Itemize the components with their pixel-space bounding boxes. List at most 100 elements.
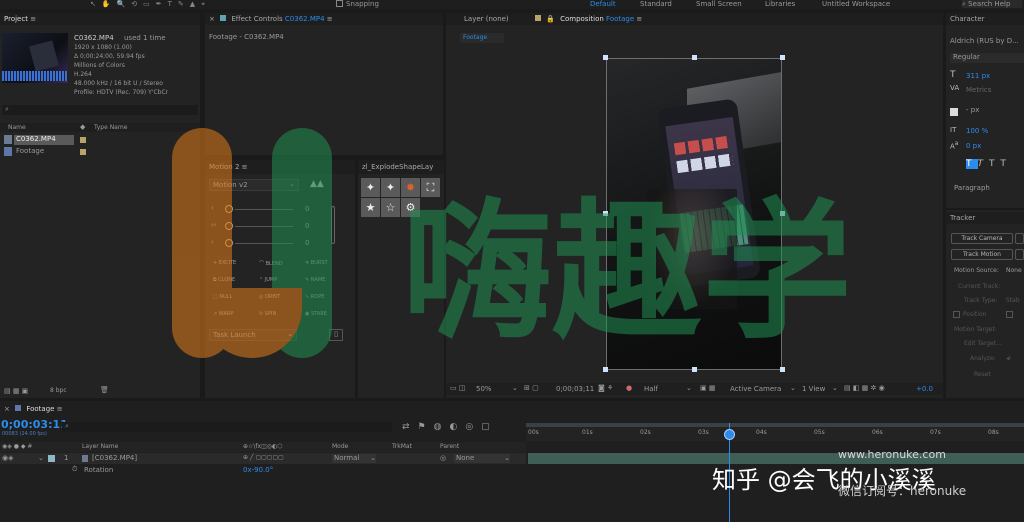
bold-icon[interactable]: T — [966, 159, 978, 169]
camera-icon[interactable]: ◙ ⚘ — [598, 384, 613, 392]
blend-mode-dropdown[interactable]: Normal ⌄ — [332, 454, 376, 463]
project-search-input[interactable]: ⌕ — [2, 105, 198, 115]
project-item-row[interactable]: C0362.MP4 — [0, 135, 200, 145]
resolution-dropdown[interactable]: Half — [644, 385, 658, 393]
transform-handle[interactable] — [603, 55, 608, 60]
chevron-left-icon[interactable]: ‹ — [211, 204, 214, 212]
region-icon[interactable]: ▣ ▦ — [700, 384, 715, 392]
column-trkmat[interactable]: TrkMat — [392, 443, 412, 450]
null-button[interactable]: ▢ NULL — [213, 294, 232, 300]
excite-button[interactable]: + EXCITE — [213, 260, 236, 266]
slider-knob[interactable] — [225, 205, 233, 213]
warp-button[interactable]: ↗ WARP — [213, 311, 233, 317]
workspace-standard[interactable]: Standard — [640, 0, 672, 8]
transform-handle[interactable] — [780, 367, 785, 372]
menu-icon[interactable]: ≡ — [30, 15, 36, 23]
pickwhip-icon[interactable]: ◎ — [440, 454, 446, 462]
column-parent[interactable]: Parent — [440, 443, 459, 450]
faux-style-buttons[interactable]: TTTT — [966, 159, 1012, 169]
column-layer-name[interactable]: Layer Name — [82, 443, 118, 450]
track-type-value[interactable]: Stab — [1006, 297, 1020, 304]
workspace-small-screen[interactable]: Small Screen — [696, 0, 742, 8]
arrows-icon[interactable]: ›‹ — [211, 221, 217, 229]
star-filled-icon[interactable]: ★ — [361, 198, 380, 217]
slider-value[interactable]: 0 — [305, 239, 309, 247]
trash-button[interactable]: ▯ — [329, 329, 343, 341]
task-launch-dropdown[interactable]: Task Launch ⌄ — [209, 329, 297, 341]
folder-icon[interactable]: ▤ ▦ ▣ — [4, 387, 28, 395]
playhead-handle[interactable] — [724, 429, 735, 440]
font-style-dropdown[interactable]: Regular — [950, 53, 1024, 63]
edit-target-button[interactable]: Edit Target... — [964, 340, 1002, 347]
time-ruler[interactable]: 00s 01s 02s 03s 04s 05s 06s 07s 08s — [526, 423, 1024, 441]
slider-track[interactable] — [235, 226, 293, 227]
slider-track[interactable] — [235, 209, 293, 210]
composition-name[interactable]: Footage — [606, 15, 634, 23]
rotation-checkbox[interactable] — [1006, 311, 1013, 318]
star-outline-icon[interactable]: ☆ — [381, 198, 400, 217]
layer-panel-title[interactable]: Layer (none) — [464, 15, 509, 23]
analyze-forward-button[interactable]: ◂I — [1006, 355, 1011, 362]
font-dropdown[interactable]: Aldrich (RUS by D... — [950, 37, 1024, 47]
orbit-button[interactable]: ◎ ORBIT — [259, 294, 280, 300]
font-size-value[interactable]: 311 px — [966, 72, 990, 80]
position-checkbox[interactable] — [953, 311, 960, 318]
explode-tile-4[interactable]: ⛶ — [421, 178, 440, 197]
blend-button[interactable]: ⌒ BLEND — [259, 260, 283, 267]
expand-toggle-icon[interactable]: ⌄ — [38, 454, 44, 462]
search-help-field[interactable]: ⌕ Search Help — [962, 0, 1022, 8]
trash-icon[interactable]: 🗑 — [100, 386, 109, 394]
explode-tile-1[interactable]: ✦ — [361, 178, 380, 197]
exposure-value[interactable]: +0.0 — [916, 385, 933, 393]
zoom-dropdown[interactable]: 50% — [476, 385, 492, 393]
name-button[interactable]: ✎ NAME — [305, 277, 325, 283]
jump-button[interactable]: ⌃ JUMP — [259, 277, 277, 283]
layer-row[interactable]: ◉◈ ⌄ 1 [C0362.MP4] ⊕ ╱ ▢▢▢▢▢ Normal ⌄ ◎ N… — [0, 453, 526, 464]
track-camera-extra-button[interactable] — [1015, 233, 1024, 244]
stopwatch-icon[interactable]: ⏱ — [72, 465, 77, 474]
composition-frame[interactable] — [606, 58, 782, 370]
transform-handle[interactable] — [692, 55, 697, 60]
motion2-dropdown[interactable]: Motion v2 ⌄ — [209, 179, 299, 191]
transform-handle[interactable] — [780, 55, 785, 60]
layer-label-swatch[interactable] — [48, 455, 55, 462]
spin-button[interactable]: ↻ SPIN — [259, 311, 276, 317]
close-icon[interactable]: × — [4, 405, 10, 413]
timeline-search-input[interactable]: ⌕ — [62, 422, 392, 432]
transform-handle[interactable] — [603, 367, 608, 372]
chevron-right-icon[interactable]: › — [211, 238, 214, 246]
slider-value[interactable]: 0 — [305, 222, 309, 230]
camera-dropdown[interactable]: Active Camera — [730, 385, 781, 393]
view-layout-dropdown[interactable]: 1 View — [802, 385, 825, 393]
workspace-default[interactable]: Default — [590, 0, 616, 8]
motion-source-value[interactable]: None — [1006, 267, 1022, 274]
gear-icon[interactable]: ⚙ — [401, 198, 420, 217]
kerning-value[interactable]: Metrics — [966, 86, 991, 94]
vertical-slider[interactable] — [331, 206, 335, 244]
lock-icon[interactable]: 🔒 — [546, 15, 555, 23]
transform-handle[interactable] — [603, 211, 608, 216]
slider-knob[interactable] — [225, 222, 233, 230]
explode-tile-3[interactable]: ✸ — [401, 178, 420, 197]
stare-button[interactable]: ◉ STARE — [305, 311, 327, 317]
column-type[interactable]: Type Name — [94, 124, 127, 131]
reset-button[interactable]: Reset — [974, 371, 991, 378]
track-motion-extra-button[interactable] — [1015, 249, 1024, 260]
transform-handle[interactable] — [692, 367, 697, 372]
workspace-libraries[interactable]: Libraries — [765, 0, 795, 8]
leading-value[interactable]: - px — [966, 106, 979, 114]
transform-handle[interactable] — [780, 211, 785, 216]
workspace-untitled[interactable]: Untitled Workspace — [822, 0, 890, 8]
rope-button[interactable]: ∿ ROPE — [305, 294, 324, 300]
track-camera-button[interactable]: Track Camera — [951, 233, 1013, 244]
bpc-button[interactable]: 8 bpc — [50, 387, 67, 394]
scale-value[interactable]: 100 % — [966, 127, 988, 135]
explode-tile-2[interactable]: ✦ — [381, 178, 400, 197]
always-preview-icon[interactable]: ▭ ◫ — [450, 384, 465, 392]
grid-icon[interactable]: ⊞ ▢ — [524, 384, 539, 392]
rotation-value[interactable]: 0x-90.0° — [243, 466, 273, 474]
snapping-checkbox[interactable] — [336, 0, 343, 7]
timeline-timecode[interactable]: 0;00:03:11 — [1, 418, 68, 431]
menu-icon[interactable]: ≡ — [242, 163, 248, 171]
track-motion-button[interactable]: Track Motion — [951, 249, 1013, 260]
